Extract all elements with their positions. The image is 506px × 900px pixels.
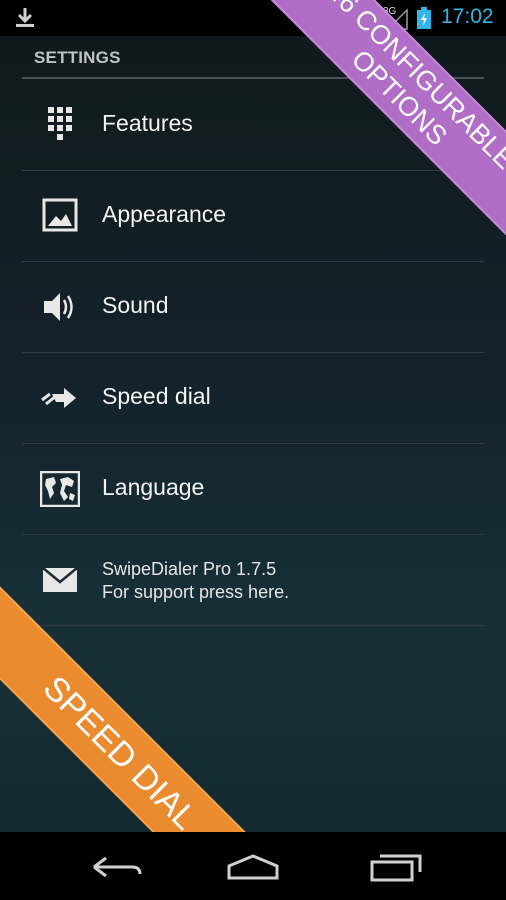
settings-item-about[interactable]: SwipeDialer Pro 1.7.5 For support press …: [22, 535, 484, 626]
settings-list: Features Appearance Sound Speed dial Lan…: [22, 80, 484, 626]
back-icon[interactable]: [86, 850, 146, 884]
settings-item-label: Language: [102, 474, 205, 500]
app-version: SwipeDialer Pro 1.7.5: [102, 559, 277, 579]
settings-item-label: Sound: [102, 292, 169, 318]
download-icon: [16, 8, 34, 27]
settings-item-speed-dial[interactable]: Speed dial: [22, 353, 484, 444]
battery-icon: [417, 7, 431, 29]
settings-item-label: Speed dial: [102, 383, 211, 409]
settings-item-appearance[interactable]: Appearance: [22, 171, 484, 262]
settings-item-sound[interactable]: Sound: [22, 262, 484, 353]
support-hint: For support press here.: [102, 582, 290, 602]
speaker-icon: [44, 293, 73, 321]
navigation-bar: [0, 832, 506, 900]
settings-item-label: Appearance: [102, 201, 227, 227]
status-bar: 3G 17:02: [0, 0, 506, 36]
settings-item-language[interactable]: Language: [22, 444, 484, 535]
keypad-icon: [48, 107, 72, 140]
settings-header: SETTINGS: [34, 48, 121, 67]
recents-icon[interactable]: [366, 850, 426, 884]
clock: 17:02: [441, 5, 494, 28]
home-icon[interactable]: [223, 850, 283, 884]
image-icon: [42, 198, 78, 232]
world-map-icon: [40, 471, 80, 507]
arrow-icon: [41, 388, 76, 408]
settings-item-label: Features: [102, 110, 193, 136]
settings-screen: 3G 17:02 SETTINGS Features Appearance So…: [0, 0, 506, 832]
envelope-icon: [42, 567, 78, 592]
